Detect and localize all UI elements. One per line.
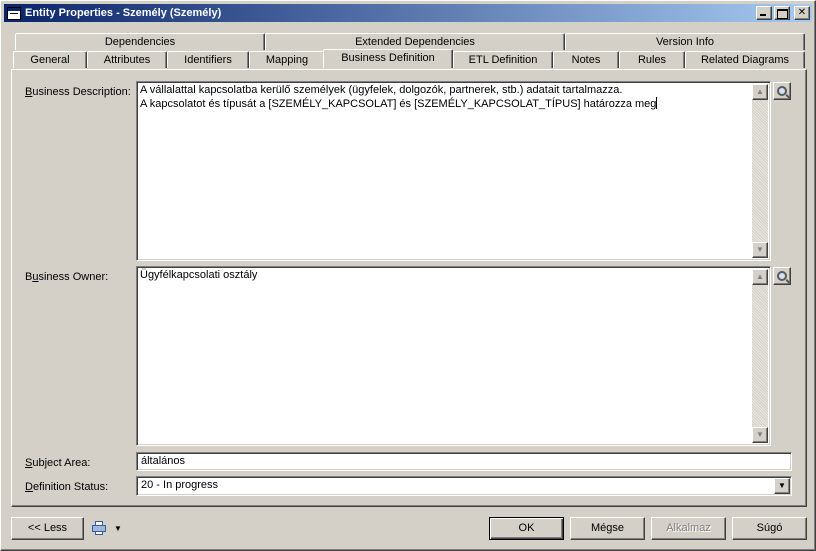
- tab-rules[interactable]: Rules: [619, 51, 685, 68]
- business-description-scrollbar[interactable]: ▲ ▼: [752, 84, 768, 258]
- definition-status-value: 20 - In progress: [141, 479, 219, 491]
- apply-button: Alkalmaz: [651, 517, 726, 540]
- tab-identifiers[interactable]: Identifiers: [167, 51, 249, 68]
- scroll-up-icon[interactable]: ▲: [752, 84, 768, 100]
- definition-status-select[interactable]: 20 - In progress ▼: [136, 476, 792, 496]
- cancel-button[interactable]: Mégse: [570, 517, 645, 540]
- title-bar[interactable]: Entity Properties - Személy (Személy): [4, 4, 812, 22]
- magnifier-icon: [777, 271, 787, 281]
- tab-related-diagrams[interactable]: Related Diagrams: [685, 51, 805, 68]
- business-owner-zoom-button[interactable]: [773, 267, 791, 285]
- chevron-down-icon[interactable]: ▼: [774, 478, 790, 494]
- business-owner-scrollbar[interactable]: ▲ ▼: [752, 269, 768, 443]
- less-button[interactable]: << Less: [11, 517, 84, 540]
- print-dropdown-icon[interactable]: ▼: [114, 524, 122, 533]
- business-owner-label: Business Owner:: [25, 271, 109, 283]
- tab-mapping[interactable]: Mapping: [249, 51, 325, 68]
- subject-area-input[interactable]: általános: [136, 452, 792, 471]
- entity-icon: [7, 6, 21, 20]
- business-description-zoom-button[interactable]: [773, 82, 791, 100]
- tab-dependencies[interactable]: Dependencies: [15, 33, 265, 50]
- business-description-textarea[interactable]: A vállalattal kapcsolatba kerülő személy…: [136, 81, 771, 261]
- tab-business-definition[interactable]: Business Definition: [323, 49, 453, 68]
- maximize-button[interactable]: [774, 6, 790, 20]
- scroll-down-icon[interactable]: ▼: [752, 242, 768, 258]
- magnifier-icon: [777, 86, 787, 96]
- printer-icon[interactable]: [92, 521, 106, 535]
- window-title: Entity Properties - Személy (Személy): [25, 7, 222, 19]
- tab-etl-definition[interactable]: ETL Definition: [453, 51, 553, 68]
- tab-attributes[interactable]: Attributes: [87, 51, 167, 68]
- tab-notes[interactable]: Notes: [553, 51, 619, 68]
- help-button[interactable]: Súgó: [732, 517, 807, 540]
- subject-area-label: Subject Area:: [25, 457, 91, 469]
- subject-area-value: általános: [141, 455, 186, 467]
- scroll-up-icon[interactable]: ▲: [752, 269, 768, 285]
- definition-status-label: Definition Status:: [25, 481, 109, 493]
- tab-extended-dependencies[interactable]: Extended Dependencies: [265, 33, 565, 50]
- tab-general[interactable]: General: [13, 51, 87, 68]
- entity-properties-window: Entity Properties - Személy (Személy) De…: [0, 0, 816, 551]
- close-button[interactable]: [794, 6, 810, 20]
- tab-version-info[interactable]: Version Info: [565, 33, 805, 50]
- ok-button[interactable]: OK: [489, 517, 564, 540]
- minimize-button[interactable]: [756, 6, 772, 20]
- business-owner-textarea[interactable]: Ügyfélkapcsolati osztály ▲ ▼: [136, 266, 771, 446]
- scroll-down-icon[interactable]: ▼: [752, 427, 768, 443]
- business-description-text: A vállalattal kapcsolatba kerülő személy…: [140, 84, 658, 110]
- business-description-label: Business Description:: [25, 86, 131, 98]
- business-owner-text: Ügyfélkapcsolati osztály: [140, 269, 258, 281]
